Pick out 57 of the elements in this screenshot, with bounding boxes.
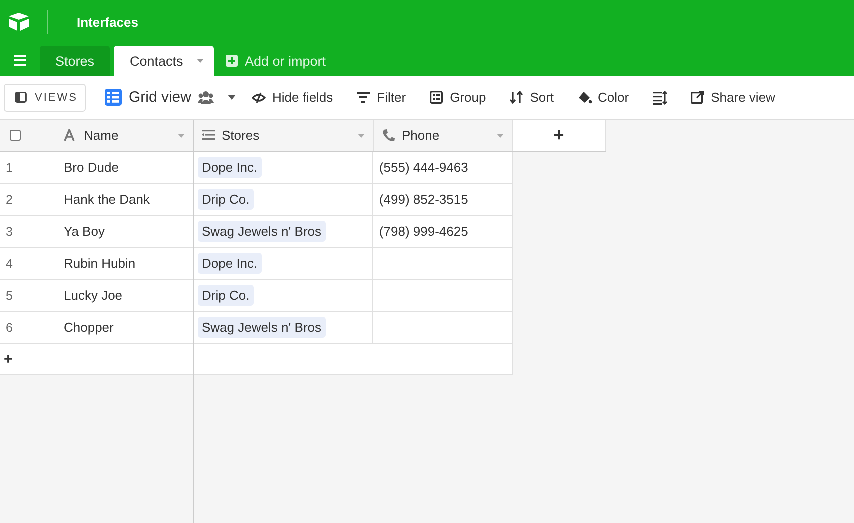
table-cell: (499) 852-3515 <box>379 192 468 207</box>
caret-icon <box>358 134 365 138</box>
table-cell-text: Rubin Hubin <box>64 255 137 273</box>
toolbar-button[interactable]: Group <box>422 84 494 112</box>
linked-record-tag[interactable]: Swag Jewels n' Bros <box>198 221 326 242</box>
sort-icon <box>510 90 524 104</box>
table-cell-text: Chopper <box>64 319 115 337</box>
filter-icon <box>357 90 372 104</box>
views-button[interactable]: VIEWS <box>4 84 86 112</box>
table-cell-text: Lucky Joe <box>64 287 124 305</box>
linked-record-tag[interactable]: Swag Jewels n' Bros <box>198 317 326 338</box>
toolbar-button[interactable]: Sort <box>502 84 562 112</box>
row-number: 1 <box>5 160 14 176</box>
table-cell: (555) 444-9463 <box>379 160 468 175</box>
phone-icon <box>382 129 395 142</box>
caret-icon <box>197 59 204 63</box>
linked-record-tag[interactable]: Drip Co. <box>198 189 254 210</box>
table-cell-text: Hank the Dank <box>64 191 151 209</box>
column-header[interactable]: Name <box>56 120 193 151</box>
people-icon <box>198 91 214 104</box>
logo-icon[interactable] <box>8 12 30 32</box>
add-row-button[interactable]: + <box>4 350 13 368</box>
caret-icon <box>228 95 236 100</box>
paint-bucket-icon <box>578 90 592 104</box>
share-icon <box>691 90 706 104</box>
view-switcher[interactable]: Grid view <box>104 89 236 106</box>
plus-icon <box>226 55 238 67</box>
row-number: 2 <box>5 192 14 208</box>
eye-slash-icon <box>252 90 266 104</box>
text-field-icon <box>64 129 77 142</box>
toolbar-button[interactable]: Color <box>570 84 638 112</box>
menu-icon[interactable] <box>14 54 26 66</box>
sidebar-icon <box>15 92 27 103</box>
base-title: Interfaces <box>77 14 138 30</box>
row-number: 6 <box>5 320 14 336</box>
toolbar-button[interactable]: Filter <box>349 84 414 112</box>
linked-record-tag[interactable]: Dope Inc. <box>198 157 262 178</box>
caret-icon <box>497 134 504 138</box>
row-number: 4 <box>5 256 14 272</box>
toolbar-button[interactable]: Share view <box>683 84 784 112</box>
select-all-checkbox[interactable] <box>10 130 21 141</box>
link-field-icon <box>202 129 215 142</box>
caret-icon <box>178 134 185 138</box>
linked-record-tag[interactable]: Dope Inc. <box>198 253 262 274</box>
row-number: 3 <box>5 224 14 240</box>
row-height-icon <box>653 90 668 104</box>
grid-icon <box>104 89 122 106</box>
column-header[interactable]: Stores <box>194 120 374 151</box>
table-cell-text: Ya Boy <box>64 223 106 241</box>
table-cell-text: Bro Dude <box>64 159 120 177</box>
toolbar-button[interactable]: Hide fields <box>244 84 342 112</box>
group-icon <box>430 90 444 104</box>
row-number: 5 <box>5 288 14 304</box>
linked-record-tag[interactable]: Drip Co. <box>198 285 254 306</box>
table-tab[interactable]: Contacts <box>114 46 214 76</box>
table-cell: (798) 999-4625 <box>379 224 468 239</box>
add-field-button[interactable]: + <box>513 120 606 151</box>
